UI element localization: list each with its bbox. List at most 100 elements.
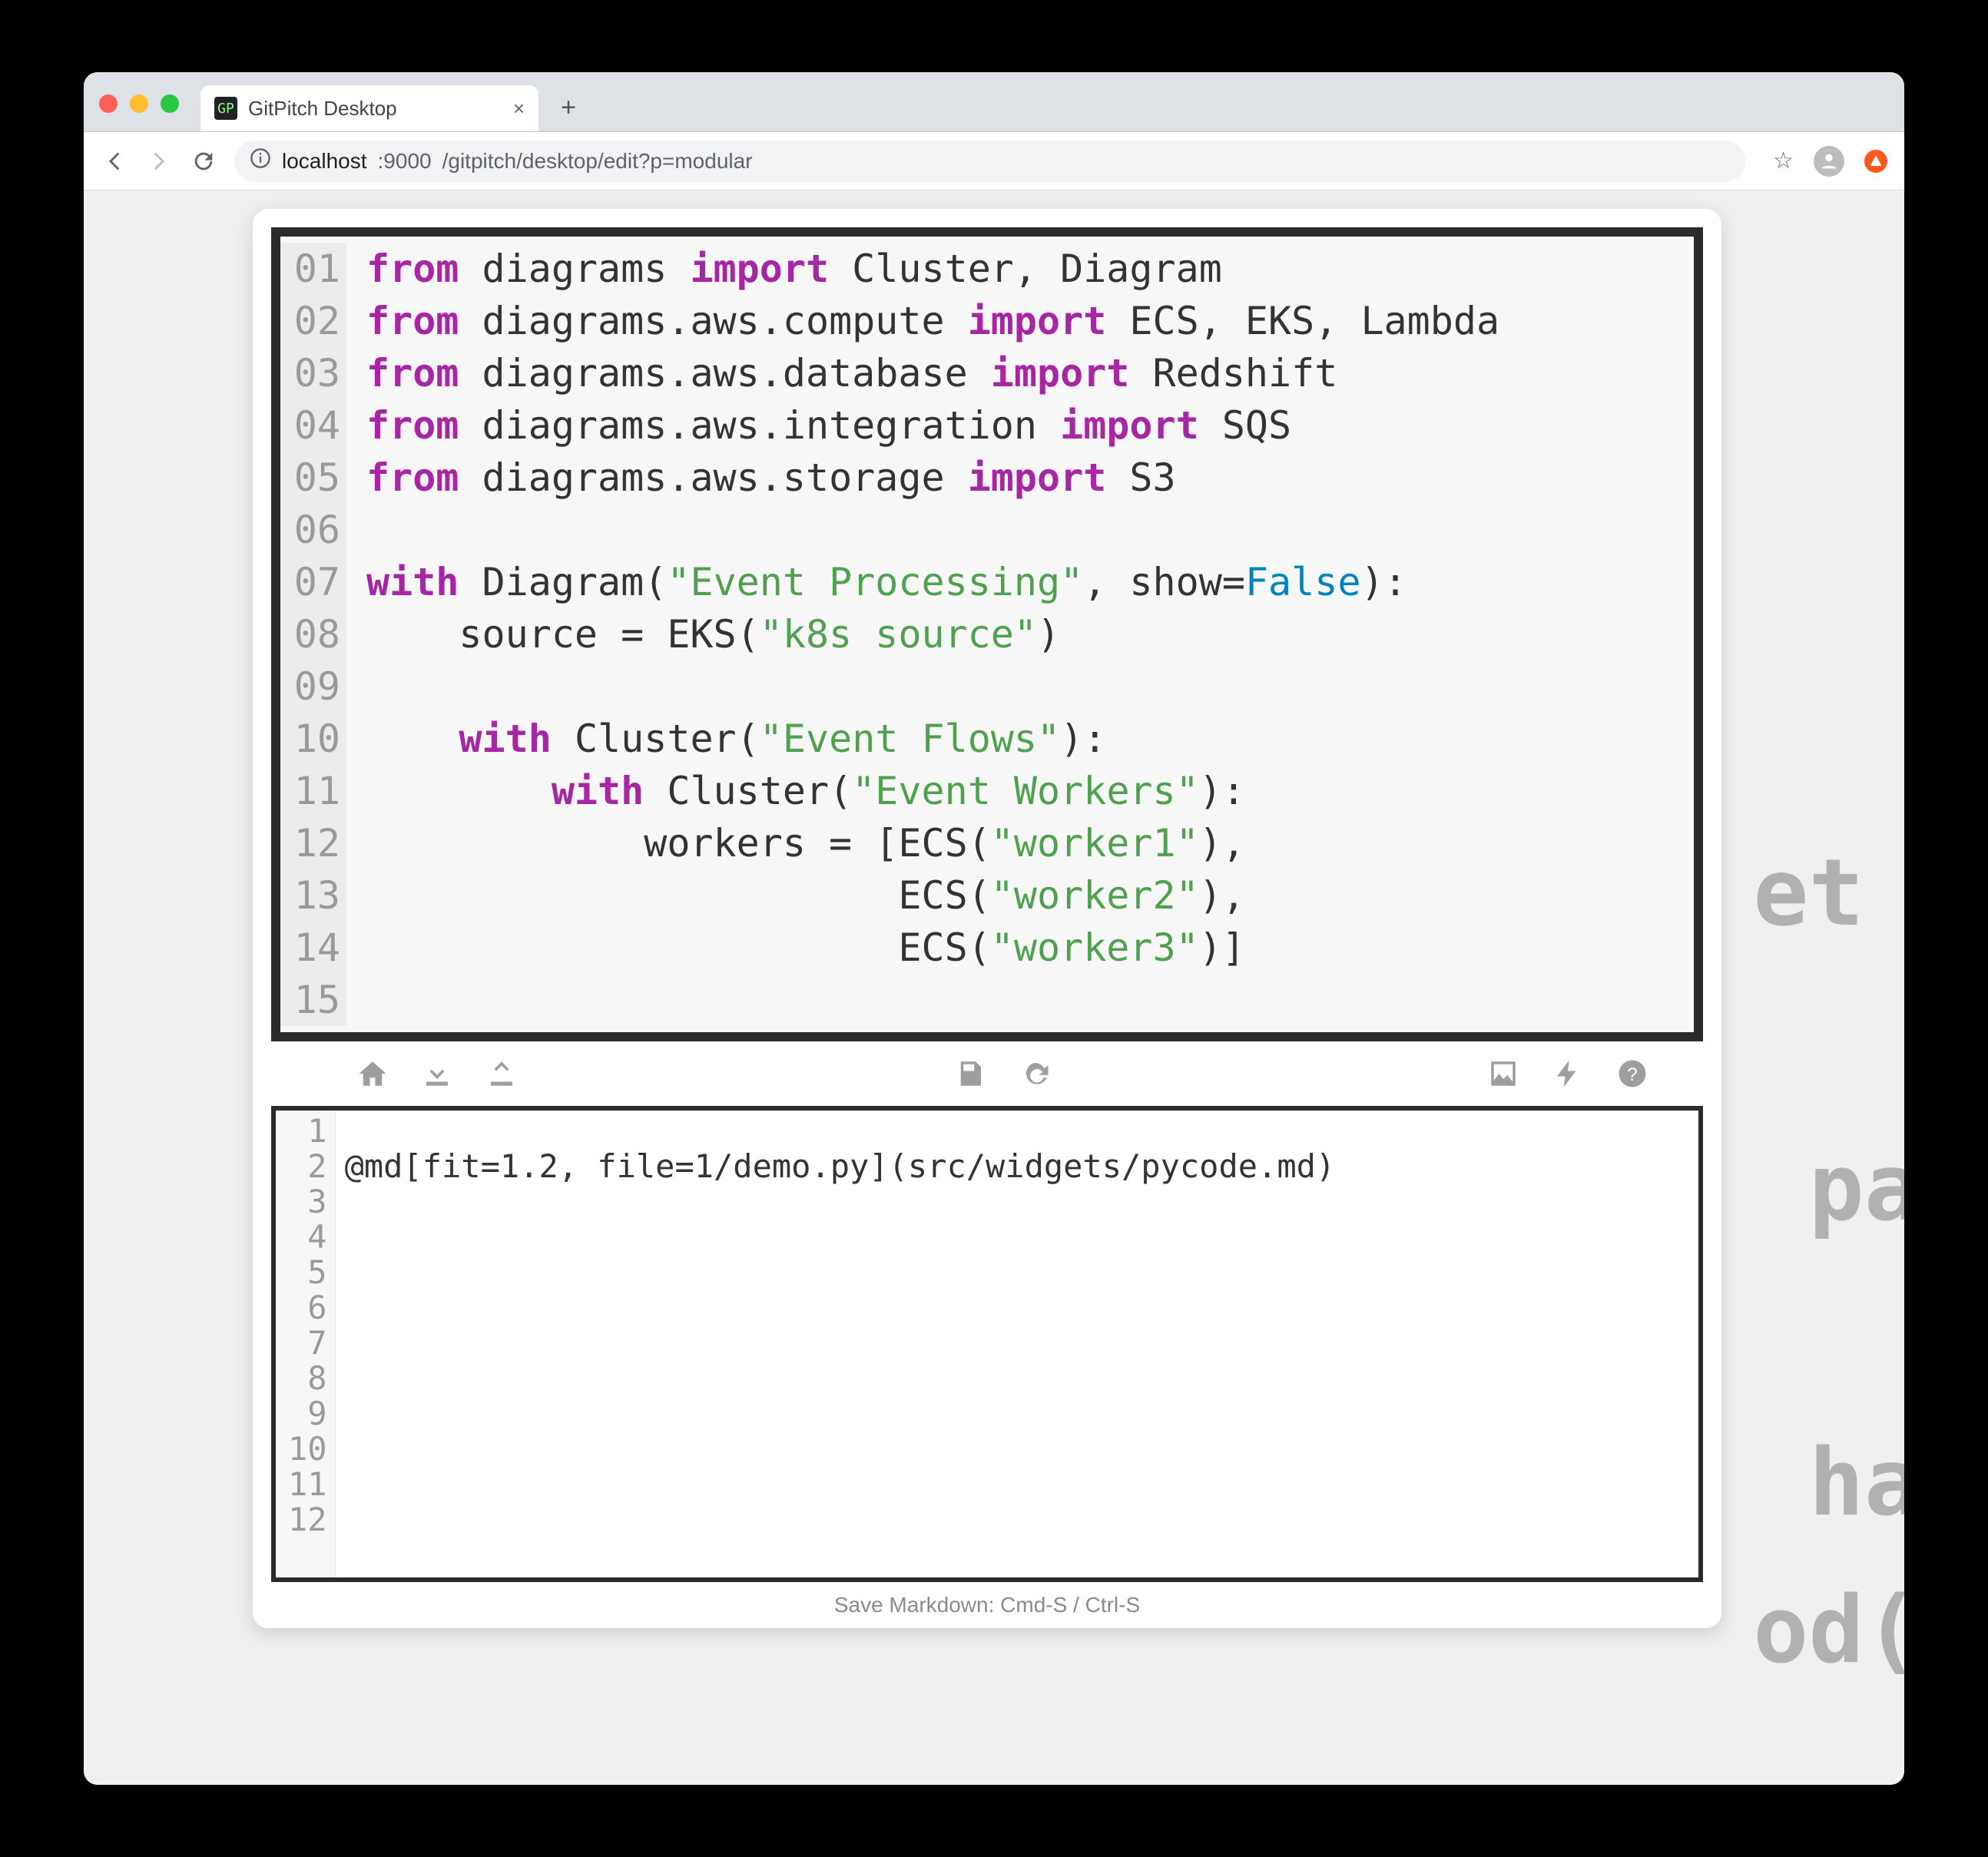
editor-line[interactable] bbox=[345, 1114, 1336, 1149]
code-line: 01from diagrams import Cluster, Diagram bbox=[280, 243, 1688, 295]
editor-card: 01from diagrams import Cluster, Diagram0… bbox=[253, 209, 1721, 1628]
editor-line[interactable] bbox=[345, 1467, 1336, 1502]
editor-line-number: 2 bbox=[288, 1149, 327, 1184]
new-tab-button[interactable]: + bbox=[549, 88, 588, 127]
markdown-editor[interactable]: 123456789101112 @md[fit=1.2, file=1/demo… bbox=[271, 1106, 1703, 1582]
browser-tab[interactable]: GP GitPitch Desktop × bbox=[200, 85, 538, 131]
code-text: from diagrams.aws.database import Redshi… bbox=[346, 347, 1337, 399]
editor-line-number: 5 bbox=[288, 1255, 327, 1290]
code-text: ECS("worker2"), bbox=[346, 869, 1245, 922]
editor-line[interactable] bbox=[345, 1432, 1336, 1467]
code-line: 11 with Cluster("Event Workers"): bbox=[280, 765, 1688, 817]
refresh-icon[interactable] bbox=[1018, 1057, 1052, 1091]
code-line: 03from diagrams.aws.database import Reds… bbox=[280, 347, 1688, 399]
maximize-window-button[interactable] bbox=[161, 94, 179, 113]
editor-line[interactable] bbox=[345, 1220, 1336, 1255]
line-number: 11 bbox=[280, 765, 346, 817]
line-number: 04 bbox=[280, 399, 346, 452]
site-info-icon[interactable] bbox=[250, 147, 271, 174]
extension-icon[interactable] bbox=[1864, 150, 1887, 173]
code-preview-pane: 01from diagrams import Cluster, Diagram0… bbox=[271, 227, 1703, 1041]
editor-line-number: 7 bbox=[288, 1326, 327, 1361]
code-text: workers = [ECS("worker1"), bbox=[346, 817, 1245, 869]
code-text: from diagrams.aws.integration import SQS bbox=[346, 399, 1291, 452]
editor-line[interactable] bbox=[345, 1502, 1336, 1538]
window-controls bbox=[99, 94, 179, 113]
line-number: 08 bbox=[280, 608, 346, 660]
code-text: with Diagram("Event Processing", show=Fa… bbox=[346, 556, 1407, 608]
profile-avatar-icon[interactable] bbox=[1814, 146, 1844, 177]
code-line: 13 ECS("worker2"), bbox=[280, 869, 1688, 922]
code-line: 02from diagrams.aws.compute import ECS, … bbox=[280, 295, 1688, 347]
bolt-icon[interactable] bbox=[1551, 1057, 1585, 1091]
editor-line[interactable] bbox=[345, 1361, 1336, 1396]
editor-line[interactable] bbox=[345, 1255, 1336, 1290]
code-line: 12 workers = [ECS("worker1"), bbox=[280, 817, 1688, 869]
code-text: source = EKS("k8s source") bbox=[346, 608, 1060, 660]
favicon-icon: GP bbox=[214, 97, 237, 120]
close-tab-button[interactable]: × bbox=[513, 97, 525, 121]
code-text: from diagrams.aws.storage import S3 bbox=[346, 452, 1176, 504]
editor-line-number: 11 bbox=[288, 1467, 327, 1502]
tab-title: GitPitch Desktop bbox=[248, 97, 502, 121]
image-icon[interactable] bbox=[1486, 1057, 1520, 1091]
line-number: 10 bbox=[280, 713, 346, 765]
code-line: 15 bbox=[280, 974, 1688, 1026]
code-text: from diagrams.aws.compute import ECS, EK… bbox=[346, 295, 1499, 347]
status-bar: Save Markdown: Cmd-S / Ctrl-S bbox=[271, 1582, 1703, 1622]
editor-body[interactable]: @md[fit=1.2, file=1/demo.py](src/widgets… bbox=[336, 1111, 1345, 1577]
url-port: :9000 bbox=[378, 149, 432, 174]
code-line: 10 with Cluster("Event Flows"): bbox=[280, 713, 1688, 765]
code-text: from diagrams import Cluster, Diagram bbox=[346, 243, 1222, 295]
editor-line-number: 8 bbox=[288, 1361, 327, 1396]
bookmark-icon[interactable]: ☆ bbox=[1773, 147, 1794, 174]
editor-line-number: 3 bbox=[288, 1184, 327, 1220]
line-number: 05 bbox=[280, 452, 346, 504]
upload-icon[interactable] bbox=[485, 1057, 519, 1091]
forward-button[interactable] bbox=[145, 147, 173, 175]
code-line: 05from diagrams.aws.storage import S3 bbox=[280, 452, 1688, 504]
minimize-window-button[interactable] bbox=[130, 94, 148, 113]
tabstrip: GP GitPitch Desktop × + bbox=[200, 72, 588, 131]
url-input[interactable]: localhost:9000/gitpitch/desktop/edit?p=m… bbox=[234, 141, 1745, 182]
line-number: 03 bbox=[280, 347, 346, 399]
line-number: 02 bbox=[280, 295, 346, 347]
line-number: 14 bbox=[280, 922, 346, 974]
close-window-button[interactable] bbox=[99, 94, 118, 113]
code-line: 04from diagrams.aws.integration import S… bbox=[280, 399, 1688, 452]
browser-window: GP GitPitch Desktop × + localhost:9000/g… bbox=[84, 72, 1904, 1785]
editor-line[interactable]: @md[fit=1.2, file=1/demo.py](src/widgets… bbox=[345, 1149, 1336, 1184]
code-line: 07with Diagram("Event Processing", show=… bbox=[280, 556, 1688, 608]
editor-line-number: 12 bbox=[288, 1502, 327, 1538]
address-bar: localhost:9000/gitpitch/desktop/edit?p=m… bbox=[84, 132, 1904, 190]
editor-gutter: 123456789101112 bbox=[276, 1111, 336, 1577]
code-line: 08 source = EKS("k8s source") bbox=[280, 608, 1688, 660]
editor-line[interactable] bbox=[345, 1184, 1336, 1220]
svg-text:?: ? bbox=[1627, 1064, 1638, 1085]
line-number: 07 bbox=[280, 556, 346, 608]
code-line: 14 ECS("worker3")] bbox=[280, 922, 1688, 974]
reload-button[interactable] bbox=[190, 147, 217, 175]
editor-line-number: 9 bbox=[288, 1396, 327, 1432]
editor-line[interactable] bbox=[345, 1290, 1336, 1326]
download-icon[interactable] bbox=[420, 1057, 454, 1091]
code-text: ECS("worker3")] bbox=[346, 922, 1245, 974]
line-number: 12 bbox=[280, 817, 346, 869]
home-icon[interactable] bbox=[356, 1057, 389, 1091]
code-text: with Cluster("Event Workers"): bbox=[346, 765, 1245, 817]
save-icon[interactable] bbox=[953, 1057, 987, 1091]
editor-line[interactable] bbox=[345, 1326, 1336, 1361]
back-button[interactable] bbox=[101, 147, 128, 175]
line-number: 06 bbox=[280, 504, 346, 556]
line-number: 01 bbox=[280, 243, 346, 295]
code-line: 06 bbox=[280, 504, 1688, 556]
editor-line-number: 1 bbox=[288, 1114, 327, 1149]
editor-toolbar: ? bbox=[271, 1041, 1703, 1106]
help-icon[interactable]: ? bbox=[1615, 1057, 1649, 1091]
editor-line[interactable] bbox=[345, 1396, 1336, 1432]
editor-line-number: 10 bbox=[288, 1432, 327, 1467]
line-number: 15 bbox=[280, 974, 346, 1026]
line-number: 13 bbox=[280, 869, 346, 922]
page-content: et pa ha od( 01from diagrams import Clus… bbox=[84, 190, 1904, 1785]
code-text bbox=[346, 660, 389, 713]
